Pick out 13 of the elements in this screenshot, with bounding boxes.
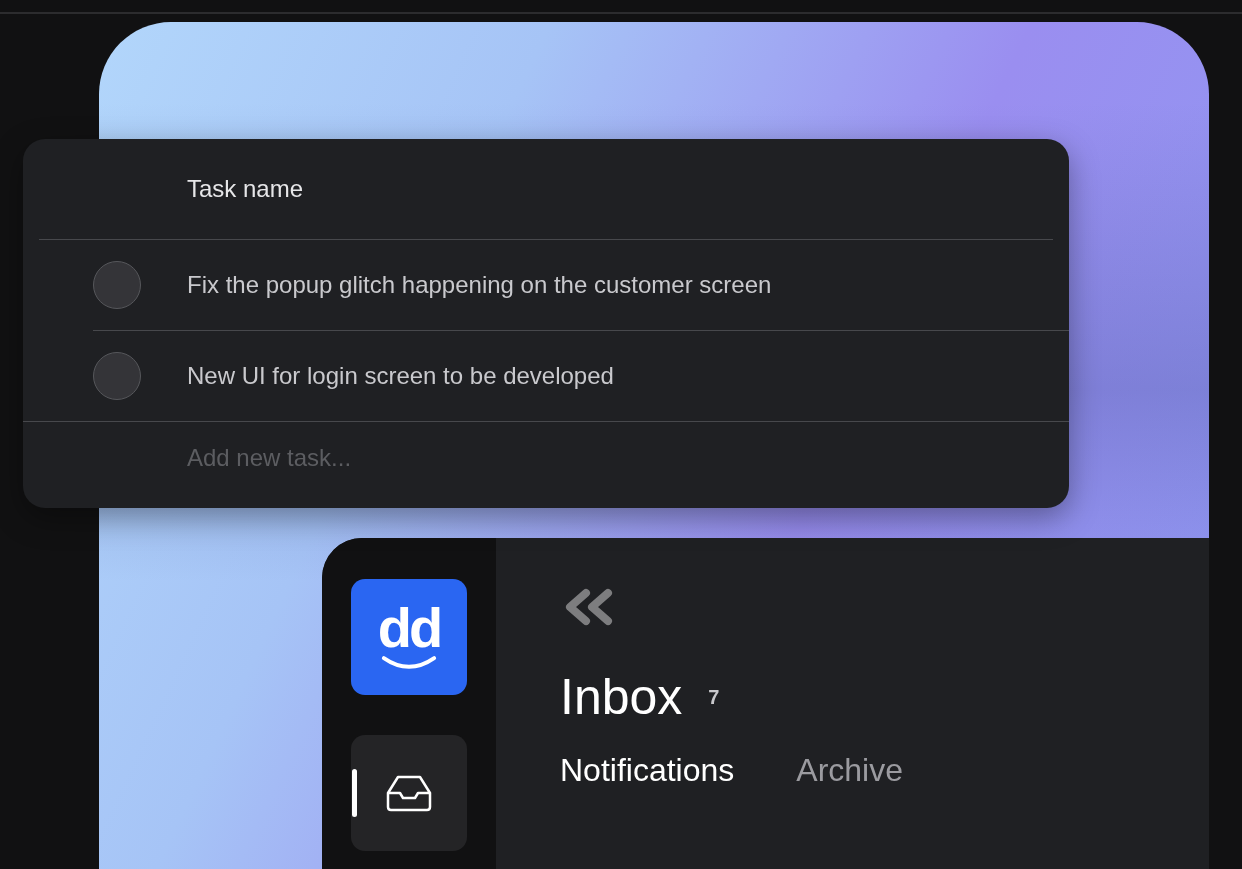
- column-header: Task name: [187, 175, 304, 203]
- task-name: New UI for login screen to be developed: [187, 362, 614, 390]
- inbox-nav-button[interactable]: [351, 735, 467, 851]
- tab[interactable]: Archive: [796, 752, 903, 789]
- inbox-tray-icon: [384, 773, 434, 813]
- task-checkbox[interactable]: [93, 352, 141, 400]
- inbox-title: Inbox: [560, 668, 683, 726]
- unread-count: 7: [708, 686, 720, 709]
- tab[interactable]: Notifications: [560, 752, 735, 789]
- task-name: Fix the popup glitch happening on the customer screen: [187, 271, 772, 299]
- new-task-field[interactable]: Add new task...: [183, 440, 791, 476]
- task-checkbox[interactable]: [93, 261, 141, 309]
- app-logo: dd: [351, 579, 467, 695]
